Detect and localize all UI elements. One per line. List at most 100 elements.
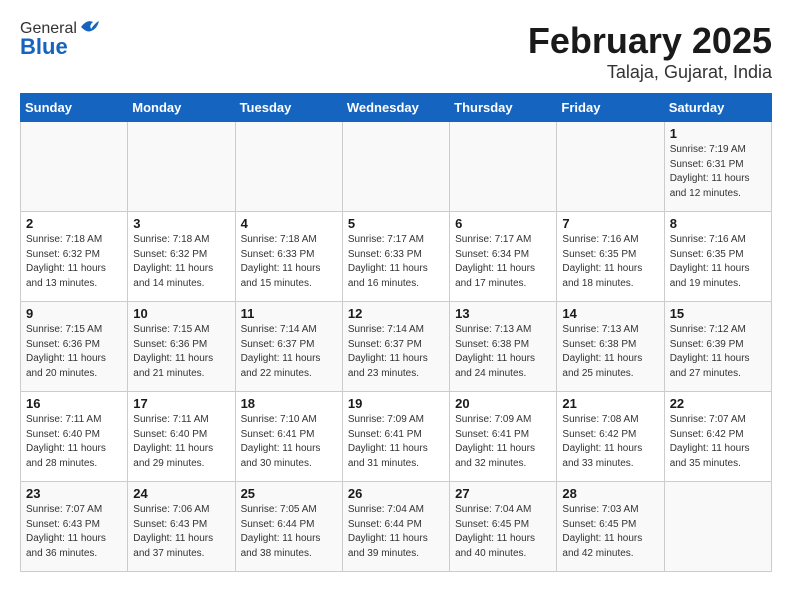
calendar-cell: 22 Sunrise: 7:07 AM Sunset: 6:42 PM Dayli… [664,392,771,482]
day-number: 18 [241,396,337,411]
day-number: 3 [133,216,229,231]
calendar-cell [664,482,771,572]
day-info: Sunrise: 7:04 AM Sunset: 6:45 PM Dayligh… [455,503,551,561]
calendar-week-row: 23 Sunrise: 7:07 AM Sunset: 6:43 PM Dayli… [21,482,772,572]
calendar-cell: 13Sunrise: 7:13 AM Sunset: 6:38 PM Dayli… [450,302,557,392]
calendar-week-row: 2 Sunrise: 7:18 AM Sunset: 6:32 PM Daylig… [21,212,772,302]
location-text: Talaja, Gujarat, India [528,62,772,83]
day-info: Sunrise: 7:10 AM Sunset: 6:41 PM Dayligh… [241,413,337,471]
day-info: Sunrise: 7:15 AM Sunset: 6:36 PM Dayligh… [26,323,122,381]
column-header-friday: Friday [557,94,664,122]
logo-bird-icon [79,17,101,37]
day-number: 27 [455,486,551,501]
calendar-cell: 12 Sunrise: 7:14 AM Sunset: 6:37 PM Dayli… [342,302,449,392]
calendar-cell: 20 Sunrise: 7:09 AM Sunset: 6:41 PM Dayli… [450,392,557,482]
day-number: 25 [241,486,337,501]
calendar-cell: 18 Sunrise: 7:10 AM Sunset: 6:41 PM Dayli… [235,392,342,482]
calendar-cell: 15Sunrise: 7:12 AM Sunset: 6:39 PM Dayli… [664,302,771,392]
calendar-cell: 1 Sunrise: 7:19 AM Sunset: 6:31 PM Daylig… [664,122,771,212]
day-number: 15 [670,306,766,321]
day-number: 20 [455,396,551,411]
calendar-cell: 26Sunrise: 7:04 AM Sunset: 6:44 PM Dayli… [342,482,449,572]
day-number: 6 [455,216,551,231]
calendar-cell: 23 Sunrise: 7:07 AM Sunset: 6:43 PM Dayli… [21,482,128,572]
calendar-cell: 4 Sunrise: 7:18 AM Sunset: 6:33 PM Daylig… [235,212,342,302]
column-header-wednesday: Wednesday [342,94,449,122]
day-number: 1 [670,126,766,141]
day-info: Sunrise: 7:14 AM Sunset: 6:37 PM Dayligh… [348,323,444,381]
day-info: Sunrise: 7:11 AM Sunset: 6:40 PM Dayligh… [133,413,229,471]
calendar-cell: 7Sunrise: 7:16 AM Sunset: 6:35 PM Daylig… [557,212,664,302]
day-info: Sunrise: 7:18 AM Sunset: 6:33 PM Dayligh… [241,233,337,291]
calendar-cell: 8 Sunrise: 7:16 AM Sunset: 6:35 PM Daylig… [664,212,771,302]
month-title: February 2025 [528,20,772,62]
day-number: 2 [26,216,122,231]
calendar-cell [450,122,557,212]
calendar-cell: 9 Sunrise: 7:15 AM Sunset: 6:36 PM Daylig… [21,302,128,392]
day-number: 23 [26,486,122,501]
logo-blue-text: Blue [20,34,68,60]
calendar-cell: 25 Sunrise: 7:05 AM Sunset: 6:44 PM Dayli… [235,482,342,572]
column-header-sunday: Sunday [21,94,128,122]
calendar-cell [342,122,449,212]
day-number: 10 [133,306,229,321]
day-info: Sunrise: 7:09 AM Sunset: 6:41 PM Dayligh… [348,413,444,471]
calendar-cell [128,122,235,212]
day-info: Sunrise: 7:06 AM Sunset: 6:43 PM Dayligh… [133,503,229,561]
calendar-cell: 11 Sunrise: 7:14 AM Sunset: 6:37 PM Dayli… [235,302,342,392]
calendar-cell: 27 Sunrise: 7:04 AM Sunset: 6:45 PM Dayli… [450,482,557,572]
day-number: 17 [133,396,229,411]
day-number: 28 [562,486,658,501]
calendar-cell: 10 Sunrise: 7:15 AM Sunset: 6:36 PM Dayli… [128,302,235,392]
day-info: Sunrise: 7:09 AM Sunset: 6:41 PM Dayligh… [455,413,551,471]
day-info: Sunrise: 7:14 AM Sunset: 6:37 PM Dayligh… [241,323,337,381]
day-info: Sunrise: 7:08 AM Sunset: 6:42 PM Dayligh… [562,413,658,471]
calendar-cell: 17 Sunrise: 7:11 AM Sunset: 6:40 PM Dayli… [128,392,235,482]
calendar-cell [21,122,128,212]
calendar-week-row: 16Sunrise: 7:11 AM Sunset: 6:40 PM Dayli… [21,392,772,482]
day-number: 14 [562,306,658,321]
day-number: 4 [241,216,337,231]
day-info: Sunrise: 7:17 AM Sunset: 6:34 PM Dayligh… [455,233,551,291]
calendar-cell: 3 Sunrise: 7:18 AM Sunset: 6:32 PM Daylig… [128,212,235,302]
day-info: Sunrise: 7:05 AM Sunset: 6:44 PM Dayligh… [241,503,337,561]
day-info: Sunrise: 7:04 AM Sunset: 6:44 PM Dayligh… [348,503,444,561]
logo: General Blue [20,20,101,60]
column-header-thursday: Thursday [450,94,557,122]
day-number: 22 [670,396,766,411]
calendar-cell: 16Sunrise: 7:11 AM Sunset: 6:40 PM Dayli… [21,392,128,482]
day-number: 9 [26,306,122,321]
day-info: Sunrise: 7:13 AM Sunset: 6:38 PM Dayligh… [562,323,658,381]
column-header-saturday: Saturday [664,94,771,122]
calendar-cell: 24Sunrise: 7:06 AM Sunset: 6:43 PM Dayli… [128,482,235,572]
title-block: February 2025 Talaja, Gujarat, India [528,20,772,83]
day-info: Sunrise: 7:17 AM Sunset: 6:33 PM Dayligh… [348,233,444,291]
day-info: Sunrise: 7:16 AM Sunset: 6:35 PM Dayligh… [670,233,766,291]
calendar-cell: 5 Sunrise: 7:17 AM Sunset: 6:33 PM Daylig… [342,212,449,302]
day-number: 21 [562,396,658,411]
day-number: 11 [241,306,337,321]
day-info: Sunrise: 7:18 AM Sunset: 6:32 PM Dayligh… [133,233,229,291]
day-number: 12 [348,306,444,321]
calendar-week-row: 9 Sunrise: 7:15 AM Sunset: 6:36 PM Daylig… [21,302,772,392]
page-header: General Blue February 2025 Talaja, Gujar… [20,20,772,83]
calendar-header-row: SundayMondayTuesdayWednesdayThursdayFrid… [21,94,772,122]
day-info: Sunrise: 7:13 AM Sunset: 6:38 PM Dayligh… [455,323,551,381]
calendar-table: SundayMondayTuesdayWednesdayThursdayFrid… [20,93,772,572]
day-number: 5 [348,216,444,231]
day-info: Sunrise: 7:03 AM Sunset: 6:45 PM Dayligh… [562,503,658,561]
day-info: Sunrise: 7:18 AM Sunset: 6:32 PM Dayligh… [26,233,122,291]
day-info: Sunrise: 7:07 AM Sunset: 6:43 PM Dayligh… [26,503,122,561]
day-info: Sunrise: 7:19 AM Sunset: 6:31 PM Dayligh… [670,143,766,201]
day-number: 7 [562,216,658,231]
calendar-cell: 2 Sunrise: 7:18 AM Sunset: 6:32 PM Daylig… [21,212,128,302]
column-header-tuesday: Tuesday [235,94,342,122]
day-info: Sunrise: 7:07 AM Sunset: 6:42 PM Dayligh… [670,413,766,471]
day-number: 8 [670,216,766,231]
day-info: Sunrise: 7:15 AM Sunset: 6:36 PM Dayligh… [133,323,229,381]
calendar-cell: 21 Sunrise: 7:08 AM Sunset: 6:42 PM Dayli… [557,392,664,482]
calendar-cell: 19Sunrise: 7:09 AM Sunset: 6:41 PM Dayli… [342,392,449,482]
day-info: Sunrise: 7:11 AM Sunset: 6:40 PM Dayligh… [26,413,122,471]
calendar-cell [235,122,342,212]
calendar-cell: 14 Sunrise: 7:13 AM Sunset: 6:38 PM Dayli… [557,302,664,392]
